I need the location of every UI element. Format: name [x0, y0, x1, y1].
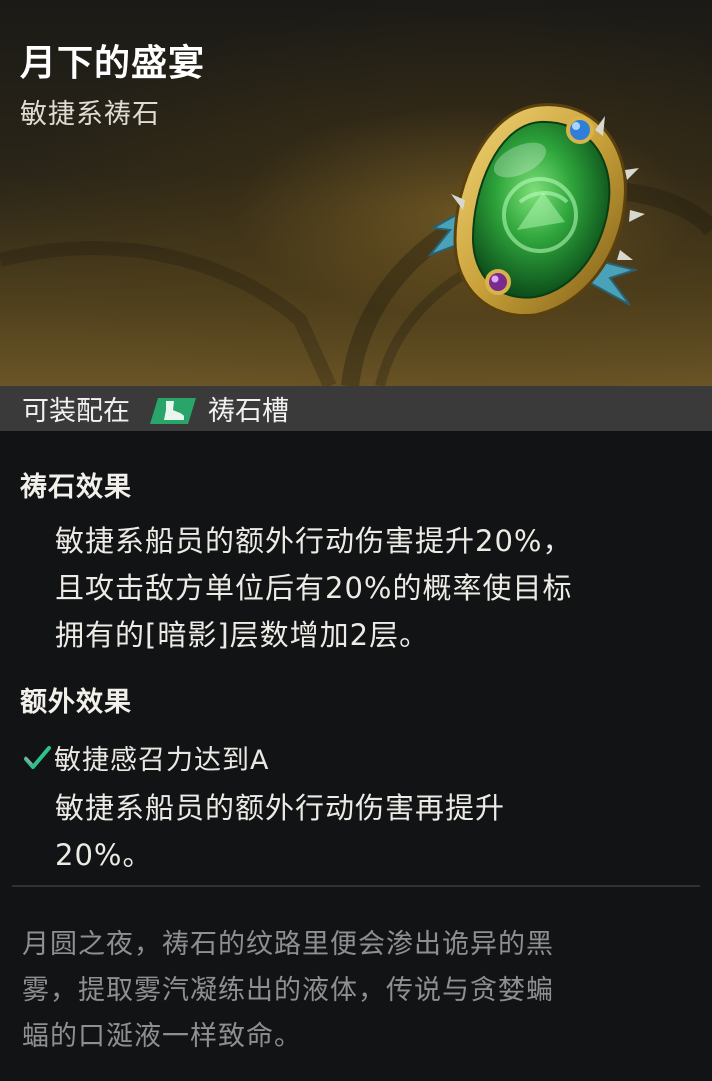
effect-line-3-post: 层数增加2层。	[229, 618, 430, 652]
flavor-text: 月圆之夜，祷石的纹路里便会渗出诡异的黑 雾，提取雾汽凝练出的液体，传说与贪婪蝙 …	[22, 922, 692, 1060]
condition-text: 敏捷感召力达到A	[54, 745, 270, 776]
effect-description: 敏捷系船员的额外行动伤害提升20%， 且攻击敌方单位后有20%的概率使目标 拥有…	[55, 518, 572, 659]
item-header: 月下的盛宴 敏捷系祷石	[0, 0, 712, 387]
item-type: 敏捷系祷石	[20, 99, 160, 130]
effect-line-2: 且攻击敌方单位后有20%的概率使目标	[55, 571, 573, 605]
extra-line-1: 敏捷系船员的额外行动伤害再提升	[55, 791, 506, 825]
item-name: 月下的盛宴	[20, 43, 206, 84]
effect-line-3: 拥有的[暗影]层数增加2层。	[55, 612, 572, 659]
extra-condition: 敏捷感召力达到A	[22, 738, 269, 777]
boot-slot-icon	[150, 397, 196, 424]
equip-slot-bar: 可装配在 祷石槽	[0, 386, 712, 431]
shadow-tag[interactable]: [暗影]	[145, 618, 230, 652]
extra-heading: 额外效果	[20, 687, 132, 718]
divider	[12, 885, 700, 887]
extra-line-2: 20%。	[55, 838, 153, 872]
equip-slot-label: 祷石槽	[208, 396, 289, 427]
gem-amulet-icon	[426, 103, 645, 318]
extra-description: 敏捷系船员的额外行动伤害再提升 20%。	[55, 785, 505, 879]
effect-line-3-pre: 拥有的	[55, 618, 146, 652]
item-tooltip: 月下的盛宴 敏捷系祷石 可装配在 祷石槽 祷石效果 敏捷系船员的额外行动伤害提升…	[0, 0, 712, 1081]
flavor-line-1: 月圆之夜，祷石的纹路里便会渗出诡异的黑	[22, 929, 554, 960]
flavor-line-3: 蝠的口涎液一样致命。	[22, 1021, 302, 1052]
flavor-line-2: 雾，提取雾汽凝练出的液体，传说与贪婪蝙	[22, 975, 554, 1006]
equip-prefix: 可装配在	[22, 396, 130, 427]
effect-heading: 祷石效果	[20, 472, 132, 503]
check-icon	[24, 745, 51, 769]
effect-line-1: 敏捷系船员的额外行动伤害提升20%，	[55, 524, 573, 558]
